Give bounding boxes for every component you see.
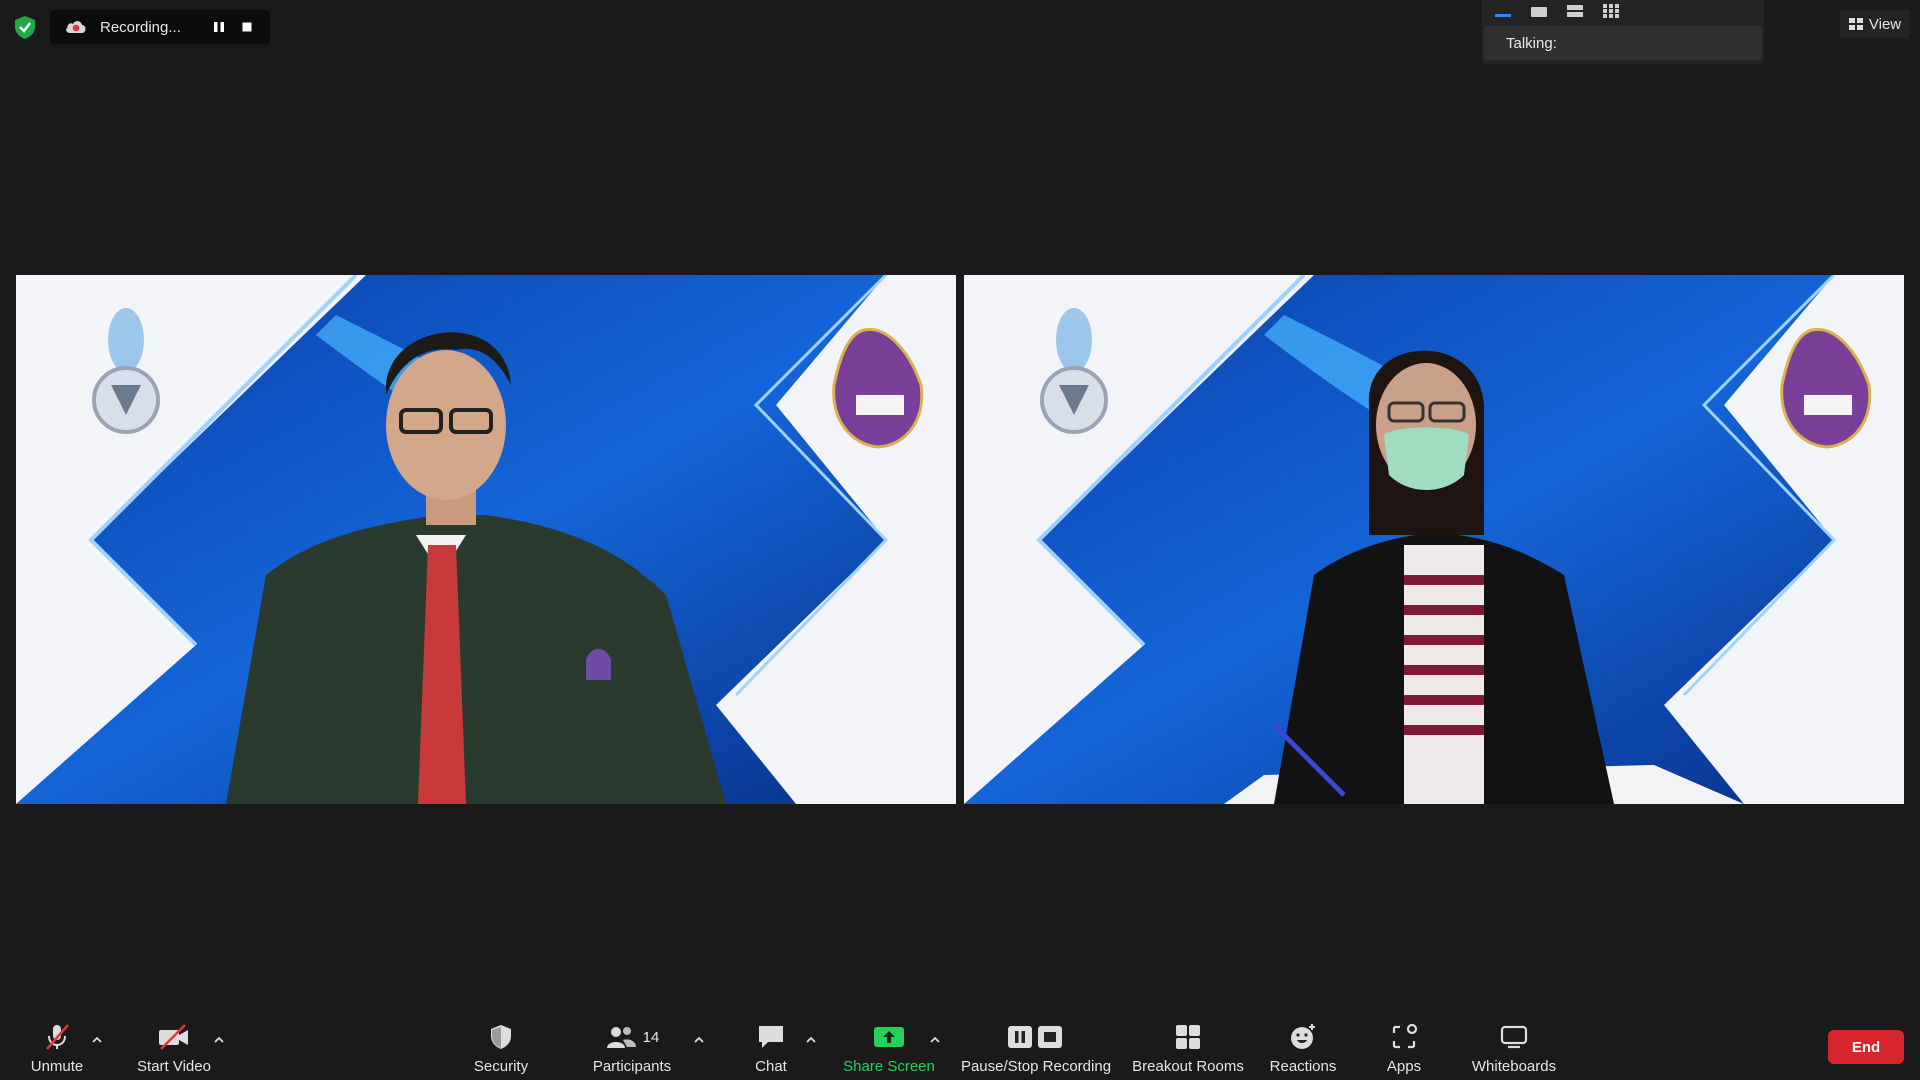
participants-label: Participants (592, 1058, 672, 1075)
recording-status-text: Recording... (100, 18, 181, 36)
participants-button[interactable]: 14 Participants (589, 1020, 675, 1080)
pause-stop-recording-button[interactable]: Pause/Stop Recording (958, 1020, 1114, 1080)
participant-video-tile-right[interactable] (964, 275, 1904, 804)
pause-stop-recording-label: Pause/Stop Recording (960, 1058, 1112, 1075)
apps-button[interactable]: Apps (1382, 1020, 1426, 1080)
reactions-button[interactable]: Reactions (1268, 1020, 1338, 1080)
view-button-label: View (1868, 15, 1902, 33)
unmute-button[interactable]: Unmute (22, 1020, 92, 1080)
share-screen-icon (873, 1020, 905, 1054)
smiley-icon (1288, 1020, 1318, 1054)
security-shield-icon[interactable] (12, 14, 38, 40)
breakout-rooms-label: Breakout Rooms (1132, 1058, 1244, 1075)
unmute-label: Unmute (30, 1058, 84, 1075)
pause-stop-icon (1006, 1020, 1066, 1054)
layout-switcher-panel: Talking: (1482, 0, 1764, 64)
share-screen-button[interactable]: Share Screen (840, 1020, 938, 1080)
talking-indicator: Talking: (1484, 26, 1762, 60)
share-options-caret[interactable] (927, 1032, 943, 1048)
reactions-label: Reactions (1269, 1058, 1337, 1075)
single-video-layout-icon[interactable] (1526, 2, 1552, 20)
chat-options-caret[interactable] (803, 1032, 819, 1048)
end-meeting-button[interactable]: End (1828, 1030, 1904, 1064)
apps-icon (1390, 1020, 1418, 1054)
pause-recording-button[interactable] (205, 13, 233, 41)
share-screen-label: Share Screen (843, 1058, 935, 1075)
chat-label: Chat (755, 1058, 787, 1075)
view-button[interactable]: View (1840, 10, 1910, 38)
participants-count: 14 (642, 1028, 660, 1046)
gallery-layout-icon[interactable] (1598, 2, 1624, 20)
meeting-toolbar: Unmute Start Video Security 14 Participa… (0, 1010, 1920, 1080)
stop-recording-button[interactable] (233, 13, 261, 41)
chat-bubble-icon (756, 1020, 786, 1054)
breakout-rooms-button[interactable]: Breakout Rooms (1130, 1020, 1246, 1080)
participant-video-tile-left[interactable] (16, 275, 956, 804)
start-video-button[interactable]: Start Video (130, 1020, 218, 1080)
audio-options-caret[interactable] (89, 1032, 105, 1048)
recording-indicator: Recording... (50, 10, 270, 44)
start-video-label: Start Video (137, 1058, 211, 1075)
participants-icon (606, 1027, 636, 1048)
security-button[interactable]: Security (468, 1020, 534, 1080)
cloud-recording-icon (64, 17, 88, 37)
participants-options-caret[interactable] (691, 1032, 707, 1048)
grid-view-icon (1848, 18, 1863, 30)
mic-muted-icon (42, 1020, 72, 1054)
apps-label: Apps (1386, 1058, 1422, 1075)
video-options-caret[interactable] (211, 1032, 227, 1048)
pause-icon (214, 22, 224, 32)
whiteboards-label: Whiteboards (1471, 1058, 1557, 1075)
stop-icon (242, 22, 252, 32)
whiteboards-button[interactable]: Whiteboards (1468, 1020, 1560, 1080)
speaker-layout-icon[interactable] (1490, 2, 1516, 20)
breakout-rooms-icon (1174, 1020, 1202, 1054)
shield-icon (487, 1020, 515, 1054)
stacked-layout-icon[interactable] (1562, 2, 1588, 20)
whiteboard-icon (1499, 1020, 1529, 1054)
video-off-icon (157, 1020, 191, 1054)
security-label: Security (473, 1058, 529, 1075)
chat-button[interactable]: Chat (744, 1020, 798, 1080)
